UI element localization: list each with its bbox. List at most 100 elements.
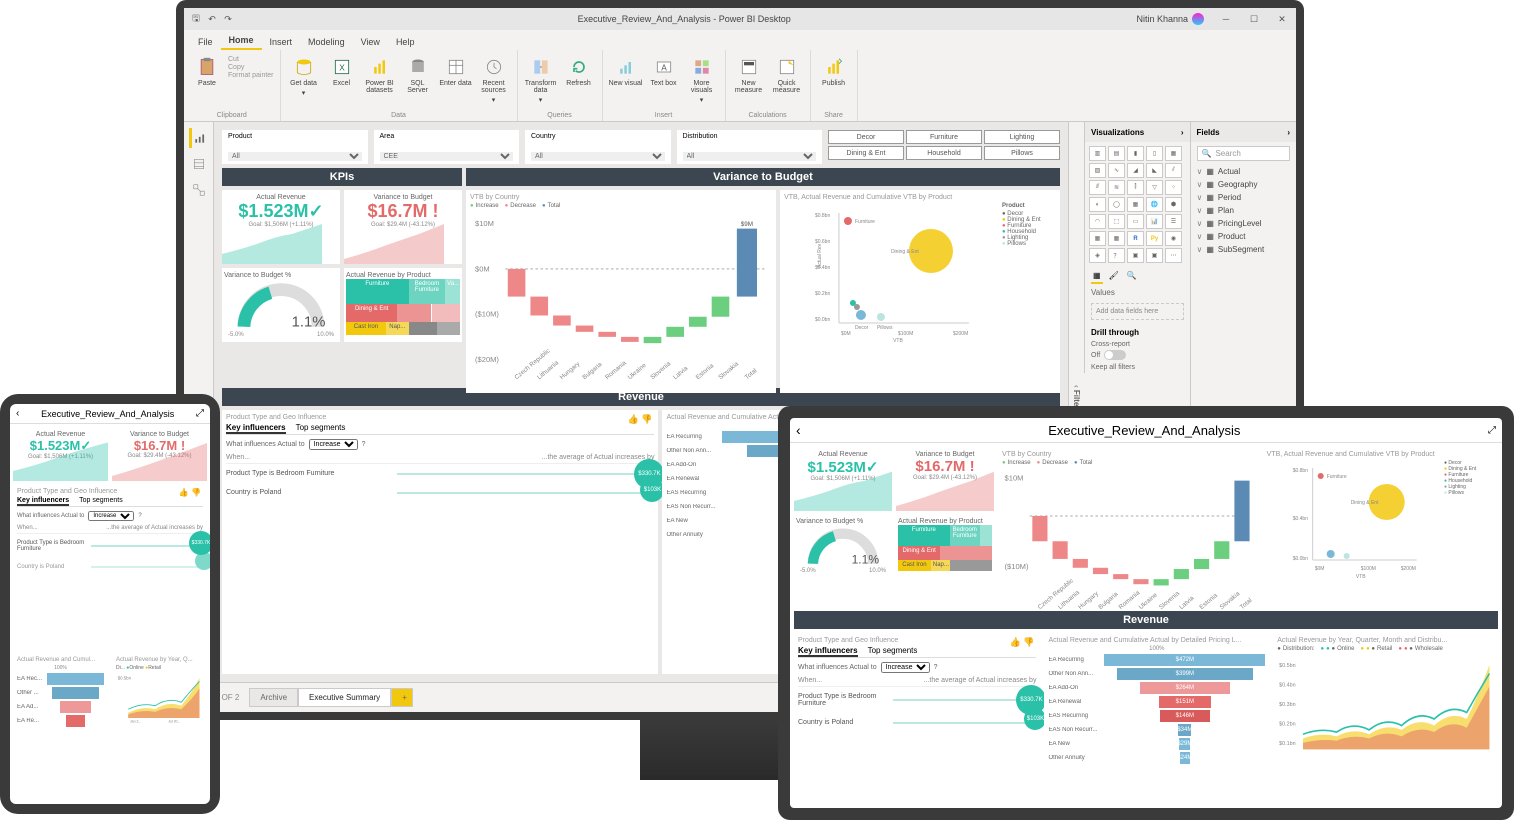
area-chart[interactable]: Actual Revenue by Year, Q... Di... ●Onli… xyxy=(112,653,207,797)
key-influencers[interactable]: Product Type and Geo Influence 👍 👎 Key i… xyxy=(222,410,658,674)
funnel-chart[interactable]: Actual Revenue and Cumulative Actual by … xyxy=(1044,633,1269,805)
close-button[interactable]: ✕ xyxy=(1268,8,1296,30)
viz-100-col-icon: ▧ xyxy=(1089,163,1106,178)
pbi-datasets-button[interactable]: Power BI datasets xyxy=(363,52,397,94)
kpi-revenue-by-product[interactable]: Actual Revenue by Product Furniture Bedr… xyxy=(344,268,462,342)
model-view-icon[interactable] xyxy=(189,180,209,200)
area-chart[interactable]: Actual Revenue by Year, Quarter, Month a… xyxy=(1273,633,1498,805)
field-table[interactable]: ∨ ▦ Plan xyxy=(1191,204,1297,217)
undo-icon[interactable]: ↶ xyxy=(206,13,218,25)
slicer-distribution[interactable]: DistributionAll xyxy=(677,130,823,164)
values-well[interactable]: Add data fields here xyxy=(1091,303,1184,320)
field-table[interactable]: ∨ ▦ Geography xyxy=(1191,178,1297,191)
more-visuals-button[interactable]: More visuals▾ xyxy=(685,52,719,104)
bubble-chart[interactable]: VTB, Actual Revenue and Cumulative VTB b… xyxy=(1263,447,1498,607)
viz-gallery[interactable]: ▥▤▮▯▦▧ ∿◢◣⫽⫻≋ ⫿▽⁘◐◯▦ 🌐⬢◠⬚▭📊 ☰▦▦RPy◉ ◈？▣▣… xyxy=(1085,142,1190,267)
slicer-product[interactable]: ProductAll xyxy=(222,130,368,164)
new-visual-button[interactable]: New visual xyxy=(609,52,643,87)
sql-server-button[interactable]: SQL Server xyxy=(401,52,435,94)
viz-pie-icon: ◐ xyxy=(1089,197,1106,212)
paste-button[interactable]: Paste xyxy=(190,52,224,87)
kpi-actual-revenue[interactable]: Actual Revenue $1.523M✓ Goal: $1,506M (+… xyxy=(222,190,340,264)
key-influencers[interactable]: Product Type and Geo Influence 👍 👎 Key i… xyxy=(794,633,1040,805)
seg-pillows[interactable]: Pillows xyxy=(984,146,1060,160)
field-table[interactable]: ∨ ▦ Period xyxy=(1191,191,1297,204)
text-box-button[interactable]: AText box xyxy=(647,52,681,87)
seg-lighting[interactable]: Lighting xyxy=(984,130,1060,144)
field-table[interactable]: ∨ ▦ PricingLevel xyxy=(1191,217,1297,230)
new-measure-button[interactable]: New measure xyxy=(732,52,766,94)
seg-furniture[interactable]: Furniture xyxy=(906,130,982,144)
user-name[interactable]: Nitin Khanna xyxy=(1128,13,1212,25)
page-add[interactable]: + xyxy=(391,688,413,707)
menu-home[interactable]: Home xyxy=(221,32,262,50)
back-icon[interactable]: ‹ xyxy=(796,422,801,438)
seg-dining[interactable]: Dining & Ent xyxy=(828,146,904,160)
data-view-icon[interactable] xyxy=(189,154,209,174)
viz-more-icon: ⋯ xyxy=(1165,248,1182,263)
thumbs-icons[interactable]: 👍 👎 xyxy=(628,414,653,425)
redo-icon[interactable]: ↷ xyxy=(222,13,234,25)
transform-data-button[interactable]: Transform data▾ xyxy=(524,52,558,104)
kpi-vtb-percent[interactable]: Variance to Budget % 1.1% -5.0%10.0% xyxy=(794,514,892,578)
analytics-tab-icon[interactable]: 🔍 xyxy=(1125,269,1139,284)
minimize-button[interactable]: ─ xyxy=(1212,8,1240,30)
menu-insert[interactable]: Insert xyxy=(262,34,301,50)
seg-decor[interactable]: Decor xyxy=(828,130,904,144)
fields-tab-icon[interactable]: ▦ xyxy=(1091,269,1103,284)
refresh-button[interactable]: Refresh xyxy=(562,52,596,87)
waterfall-chart[interactable]: VTB by Country IncreaseDecreaseTotal $10… xyxy=(466,190,776,393)
expand-icon[interactable]: ⤢ xyxy=(1488,425,1496,436)
viz-pane-chevron[interactable]: › xyxy=(1181,128,1184,137)
fields-search[interactable]: 🔍 Search xyxy=(1197,146,1291,161)
kpi-actual-revenue[interactable]: Actual Revenue$1.523M✓Goal: $1,506M (+1.… xyxy=(794,447,892,511)
ki-select[interactable]: Increase xyxy=(309,439,358,450)
seg-household[interactable]: Household xyxy=(906,146,982,160)
kpi-variance-budget[interactable]: Variance to Budget $16.7M ! Goal: $29.4M… xyxy=(344,190,462,264)
kpi-actual-revenue[interactable]: Actual Revenue$1.523M✓Goal: $1,506M (+1.… xyxy=(13,427,108,481)
kpi-revenue-by-product[interactable]: Actual Revenue by Product Furniture Bedr… xyxy=(896,514,994,578)
viz-custom2-icon: ▣ xyxy=(1146,248,1163,263)
menu-modeling[interactable]: Modeling xyxy=(300,34,353,50)
field-table[interactable]: ∨ ▦ Product xyxy=(1191,230,1297,243)
menu-file[interactable]: File xyxy=(190,34,221,50)
tab-key-influencers[interactable]: Key influencers xyxy=(226,423,286,434)
recent-sources-button[interactable]: Recent sources▾ xyxy=(477,52,511,104)
tab-top-segments[interactable]: Top segments xyxy=(296,423,346,434)
waterfall-chart[interactable]: VTB by Country IncreaseDecreaseTotal $10… xyxy=(998,447,1259,607)
field-table[interactable]: ∨ ▦ Actual xyxy=(1191,165,1297,178)
svg-text:Total: Total xyxy=(744,367,759,381)
back-icon[interactable]: ‹ xyxy=(16,408,19,419)
page-exec-summary[interactable]: Executive Summary xyxy=(298,688,391,707)
page-archive[interactable]: Archive xyxy=(249,688,298,707)
excel-button[interactable]: XExcel xyxy=(325,52,359,87)
enter-data-button[interactable]: Enter data xyxy=(439,52,473,87)
svg-text:Ukraine: Ukraine xyxy=(627,362,648,382)
fields-pane-chevron[interactable]: › xyxy=(1287,128,1290,137)
expand-icon[interactable]: ⤢ xyxy=(196,408,204,419)
menu-view[interactable]: View xyxy=(353,34,388,50)
report-title: Executive_Review_And_Analysis xyxy=(1048,423,1240,438)
svg-text:A: A xyxy=(661,62,667,72)
slicer-country[interactable]: CountryAll xyxy=(525,130,671,164)
publish-button[interactable]: Publish xyxy=(817,52,851,87)
format-tab-icon[interactable]: 🖌 xyxy=(1107,269,1121,284)
report-view-icon[interactable] xyxy=(189,128,209,148)
key-influencers[interactable]: Product Type and Geo Influence 👍 👎 Key i… xyxy=(13,484,207,650)
cut-button[interactable]: Cut xyxy=(228,56,274,63)
maximize-button[interactable]: ☐ xyxy=(1240,8,1268,30)
bubble-chart[interactable]: VTB, Actual Revenue and Cumulative VTB b… xyxy=(780,190,1060,393)
save-icon[interactable]: 🖫 xyxy=(190,13,202,25)
cross-report-toggle[interactable] xyxy=(1104,350,1126,360)
kpi-variance-budget[interactable]: Variance to Budget$16.7M !Goal: $29.4M (… xyxy=(896,447,994,511)
kpi-variance-budget[interactable]: Variance to Budget$16.7M !Goal: $29.4M (… xyxy=(112,427,207,481)
get-data-button[interactable]: Get data▾ xyxy=(287,52,321,97)
funnel-chart[interactable]: Actual Revenue and Cumul... 100% EA Rec.… xyxy=(13,653,108,797)
menu-help[interactable]: Help xyxy=(388,34,423,50)
quick-measure-button[interactable]: Quick measure xyxy=(770,52,804,94)
copy-button[interactable]: Copy xyxy=(228,64,274,71)
slicer-area[interactable]: AreaCEE xyxy=(374,130,520,164)
field-table[interactable]: ∨ ▦ SubSegment xyxy=(1191,243,1297,256)
svg-text:Slovakia: Slovakia xyxy=(1219,590,1242,611)
kpi-vtb-percent[interactable]: Variance to Budget % 1.1% -5.0%10.0% xyxy=(222,268,340,342)
